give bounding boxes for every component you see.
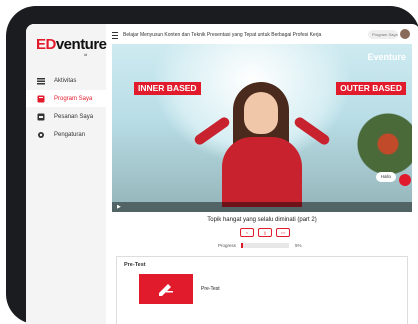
progress-bar <box>241 243 290 248</box>
sidebar-item-aktivitas[interactable]: Aktivitas <box>26 72 106 89</box>
prev-button[interactable]: < <box>240 228 254 237</box>
sidebar-item-pesanan-saya[interactable]: Pesanan Saya <box>26 108 106 125</box>
progress-label: Progress <box>218 243 237 248</box>
pencil-icon <box>159 284 173 296</box>
sidebar-item-pengaturan[interactable]: Pengaturan <box>26 126 106 143</box>
sidebar-item-label: Aktivitas <box>54 77 77 84</box>
video-player[interactable]: Eventure INNER BASED OUTER BASED Hallo ▶ <box>112 44 412 212</box>
video-controls[interactable]: ▶ <box>112 202 412 212</box>
sidebar: EDventure id Aktivitas Program Saya Pesa… <box>26 24 107 324</box>
topbar: Belajar Menyusun Konten dan Teknik Prese… <box>112 28 412 42</box>
sidebar-item-label: Program Saya <box>54 95 93 102</box>
presenter <box>192 82 332 207</box>
sidebar-item-label: Pesanan Saya <box>54 113 94 120</box>
pretest-heading: Pre-Test <box>124 262 146 268</box>
user-menu[interactable]: Program Saya <box>368 30 398 39</box>
progress-fill <box>241 243 244 248</box>
label-outer-based: OUTER BASED <box>336 82 406 95</box>
lesson-title: Topik hangat yang selalu diminati (part … <box>207 217 317 223</box>
play-icon[interactable]: ▶ <box>117 204 121 210</box>
pretest-tile[interactable] <box>139 274 193 304</box>
gear-icon <box>38 131 44 138</box>
pretest-card: Pre-Test Pre-Test <box>116 256 408 324</box>
logo-prefix: ED <box>36 36 56 53</box>
lesson-controls: < || >> <box>240 228 290 237</box>
book-icon <box>37 95 45 102</box>
course-title: Belajar Menyusun Konten dan Teknik Prese… <box>123 32 322 38</box>
pretest-tile-label[interactable]: Pre-Test <box>201 286 220 292</box>
progress-row: Progress 5% <box>218 243 302 248</box>
cart-icon <box>37 113 45 120</box>
sidebar-item-program-saya[interactable]: Program Saya <box>26 90 106 107</box>
hello-chip[interactable]: Hallo <box>375 172 396 182</box>
next-button[interactable]: >> <box>276 228 290 237</box>
logo-rest: venture <box>55 36 107 53</box>
list-icon <box>37 77 45 84</box>
presenter-face <box>244 92 278 134</box>
logo-sub: id <box>84 52 88 57</box>
pause-button[interactable]: || <box>258 228 272 237</box>
flower-decoration <box>352 104 412 204</box>
avatar[interactable] <box>400 29 410 39</box>
presenter-jacket <box>222 137 302 207</box>
progress-value: 5% <box>295 243 302 248</box>
chat-button[interactable] <box>399 174 411 186</box>
menu-icon[interactable] <box>112 31 118 39</box>
label-inner-based: INNER BASED <box>134 82 201 95</box>
logo[interactable]: EDventure <box>36 36 107 53</box>
screen: EDventure id Aktivitas Program Saya Pesa… <box>26 24 418 324</box>
tablet-frame: EDventure id Aktivitas Program Saya Pesa… <box>6 6 418 324</box>
sidebar-item-label: Pengaturan <box>54 131 86 138</box>
video-watermark: Eventure <box>367 52 406 62</box>
